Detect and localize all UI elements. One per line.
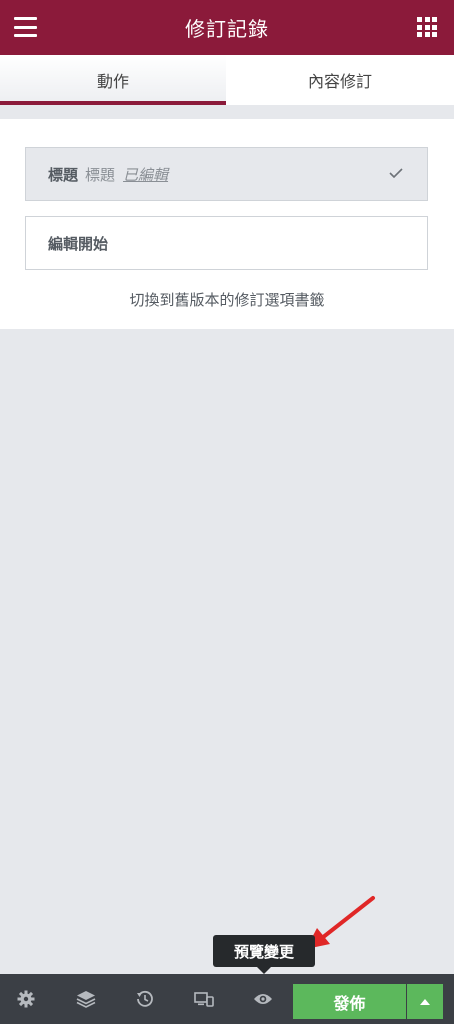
layers-icon[interactable]	[74, 987, 98, 1011]
tab-divider	[0, 105, 454, 119]
history-item-current[interactable]: 標題 標題 已編輯	[25, 147, 428, 201]
caret-up-icon	[420, 998, 430, 1005]
publish-options-button[interactable]	[407, 984, 443, 1019]
preview-changes-tooltip: 預覽變更	[213, 935, 315, 974]
publish-button[interactable]: 發佈	[293, 984, 406, 1019]
top-header: 修訂記錄	[0, 0, 454, 55]
history-item-element: 標題	[48, 165, 79, 184]
responsive-devices-icon[interactable]	[192, 987, 216, 1011]
history-icon[interactable]	[133, 987, 157, 1011]
history-panel: 標題 標題 已編輯 編輯開始 切換到舊版本的修訂選項書籤	[0, 119, 454, 329]
checkmark-icon	[389, 168, 403, 178]
grid-apps-icon[interactable]	[417, 17, 437, 37]
tab-actions[interactable]: 動作	[0, 55, 226, 105]
switch-revisions-note: 切換到舊版本的修訂選項書籤	[129, 291, 325, 309]
history-item-subtitle: 標題	[85, 165, 116, 184]
history-item-start[interactable]: 編輯開始	[25, 216, 428, 270]
preview-eye-icon[interactable]	[251, 987, 275, 1011]
hamburger-menu-icon[interactable]	[14, 17, 37, 37]
history-item-start-label: 編輯開始	[48, 234, 109, 253]
tab-bar: 動作 內容修訂	[0, 55, 454, 105]
tab-revisions[interactable]: 內容修訂	[226, 55, 454, 105]
history-item-action: 已編輯	[123, 165, 169, 184]
page-title: 修訂記錄	[185, 17, 269, 41]
settings-gear-icon[interactable]	[14, 987, 38, 1011]
